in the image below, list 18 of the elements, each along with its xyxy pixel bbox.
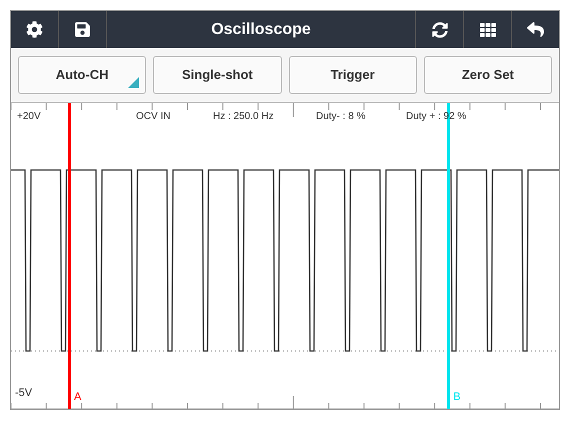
settings-icon (26, 21, 43, 38)
measurement-reading: OCV IN (136, 110, 170, 124)
back-arrow-icon (527, 21, 544, 38)
mode-button[interactable]: Single-shot (153, 56, 282, 94)
measurement-reading: Hz : 250.0 Hz (213, 110, 274, 124)
bottom-voltage-label: -5V (15, 386, 32, 400)
cursor-label: B (453, 390, 461, 404)
mode-button[interactable]: Trigger (288, 56, 417, 94)
cursor-line[interactable] (68, 103, 71, 409)
cursor-label: A (74, 390, 82, 404)
save-icon (74, 21, 91, 38)
measurement-reading: Duty- : 8 % (316, 110, 366, 124)
window-title: Oscilloscope (211, 20, 311, 40)
top-voltage-label: +20V (17, 110, 41, 124)
refresh-icon (432, 22, 448, 38)
grid-icon (480, 22, 496, 38)
mode-button[interactable]: Auto-CH (18, 56, 146, 94)
mode-button[interactable]: Zero Set (424, 56, 552, 94)
